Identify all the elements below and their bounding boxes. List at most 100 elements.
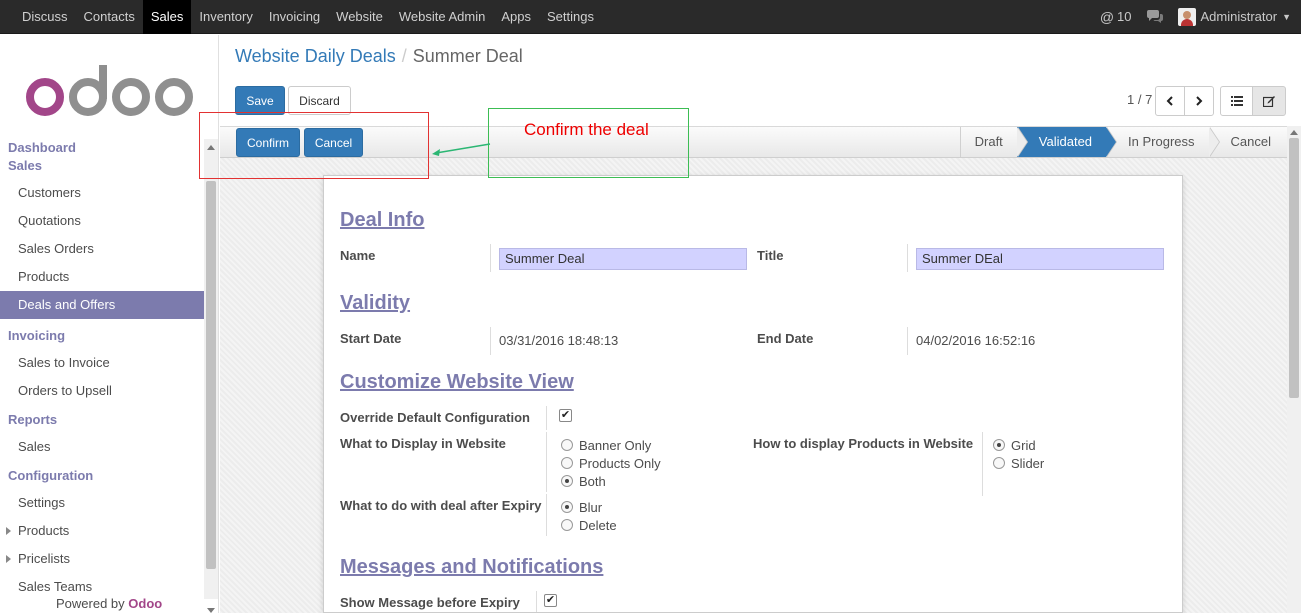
sidebar-item-reports-sales[interactable]: Sales <box>0 433 204 461</box>
sidebar-menu: Dashboard Sales Customers Quotations Sal… <box>0 139 204 601</box>
display-in-website-label: What to Display in Website <box>340 436 506 451</box>
radio-grid-label: Grid <box>1011 438 1036 453</box>
chevron-right-icon <box>1196 96 1203 106</box>
annotation-highlight-box <box>199 112 429 179</box>
list-view-button[interactable] <box>1220 86 1253 116</box>
user-menu[interactable]: Administrator ▼ <box>1177 7 1291 26</box>
scroll-thumb[interactable] <box>1289 138 1299 398</box>
radio-both[interactable] <box>561 475 573 487</box>
sidebar-item-sales-to-invoice[interactable]: Sales to Invoice <box>0 349 204 377</box>
pager-previous-button[interactable] <box>1155 86 1185 116</box>
section-validity-title: Validity <box>340 292 411 314</box>
scroll-up-icon[interactable] <box>1290 130 1298 135</box>
sidebar-head-sales: Sales <box>8 158 42 173</box>
start-date-value[interactable]: 03/31/2016 18:48:13 <box>499 333 618 348</box>
at-icon: @ <box>1099 8 1115 25</box>
sidebar-head-invoicing: Invoicing <box>8 328 66 343</box>
stage-in-progress[interactable]: In Progress <box>1106 127 1220 157</box>
sidebar-head-reports: Reports <box>8 412 58 427</box>
form-sheet: Deal Info Name Summer Deal Title Summer … <box>323 175 1183 613</box>
app-menu: Discuss Contacts Sales Inventory Invoici… <box>0 0 602 34</box>
show-message-checkbox[interactable]: ✔ <box>544 594 557 607</box>
products-display-label: How to display Products in Website <box>753 436 974 451</box>
chevron-left-icon <box>1166 96 1173 106</box>
discard-button[interactable]: Discard <box>288 86 351 115</box>
annotation-text: Confirm the deal <box>524 120 649 139</box>
form-view-button[interactable] <box>1252 86 1286 116</box>
pager-value: 1 / 7 <box>1127 92 1153 107</box>
breadcrumb-separator: / <box>401 46 407 66</box>
breadcrumb: Website Daily Deals / Summer Deal <box>235 46 523 67</box>
name-input[interactable]: Summer Deal <box>499 248 747 270</box>
menu-apps[interactable]: Apps <box>493 0 539 34</box>
radio-slider[interactable] <box>993 457 1005 469</box>
menu-settings[interactable]: Settings <box>539 0 602 34</box>
powered-brand[interactable]: Odoo <box>128 596 162 611</box>
sidebar-scrollbar[interactable] <box>204 139 218 613</box>
breadcrumb-current: Summer Deal <box>412 46 523 66</box>
stage-validated[interactable]: Validated <box>1016 127 1118 157</box>
stage-tracker: Draft Validated In Progress Cancel <box>959 127 1287 157</box>
sidebar-item-deals-and-offers[interactable]: Deals and Offers <box>0 291 204 319</box>
section-messages-title: Messages and Notifications <box>340 556 604 578</box>
radio-delete-label: Delete <box>579 518 617 533</box>
override-config-label: Override Default Configuration <box>340 410 530 425</box>
name-label: Name <box>340 248 376 263</box>
caret-down-icon: ▼ <box>1282 11 1291 22</box>
breadcrumb-parent[interactable]: Website Daily Deals <box>235 46 396 66</box>
title-label: Title <box>757 248 784 263</box>
sidebar-item-orders-to-upsell[interactable]: Orders to Upsell <box>0 377 204 405</box>
radio-products-only-label: Products Only <box>579 456 661 471</box>
annotation-callout-box <box>488 108 689 178</box>
sidebar-item-quotations[interactable]: Quotations <box>0 207 204 235</box>
stage-draft[interactable]: Draft <box>959 127 1028 157</box>
sidebar-head-dashboard[interactable]: Dashboard <box>0 139 204 157</box>
sidebar-item-settings[interactable]: Settings <box>0 489 204 517</box>
user-name: Administrator <box>1200 9 1278 24</box>
pager-next-button[interactable] <box>1184 86 1214 116</box>
radio-blur[interactable] <box>561 501 573 513</box>
scroll-thumb[interactable] <box>206 181 216 569</box>
menu-website[interactable]: Website <box>328 0 391 34</box>
menu-inventory[interactable]: Inventory <box>191 0 260 34</box>
sidebar-item-pricelists[interactable]: Pricelists <box>0 545 204 573</box>
radio-banner-only-label: Banner Only <box>579 438 652 453</box>
radio-products-only[interactable] <box>561 457 573 469</box>
radio-delete[interactable] <box>561 519 573 531</box>
sidebar-item-products[interactable]: Products <box>0 263 204 291</box>
odoo-logo <box>26 65 193 116</box>
sidebar-item-customers[interactable]: Customers <box>0 179 204 207</box>
menu-discuss[interactable]: Discuss <box>14 0 76 34</box>
mentions-counter[interactable]: @ 10 <box>1100 9 1132 25</box>
menu-contacts[interactable]: Contacts <box>76 0 143 34</box>
save-button[interactable]: Save <box>235 86 285 115</box>
stage-cancel[interactable]: Cancel <box>1209 127 1287 157</box>
menu-invoicing[interactable]: Invoicing <box>261 0 328 34</box>
chat-icon <box>1146 9 1163 23</box>
mentions-count: 10 <box>1117 9 1132 24</box>
start-date-label: Start Date <box>340 331 402 346</box>
caret-right-icon <box>6 555 11 563</box>
expiry-action-label: What to do with deal after Expiry <box>340 498 542 513</box>
title-input[interactable]: Summer DEal <box>916 248 1164 270</box>
caret-right-icon <box>6 527 11 535</box>
sidebar: Dashboard Sales Customers Quotations Sal… <box>0 35 219 613</box>
override-config-checkbox[interactable]: ✔ <box>559 409 572 422</box>
radio-blur-label: Blur <box>579 500 603 515</box>
radio-both-label: Both <box>579 474 606 489</box>
main-scrollbar[interactable] <box>1287 126 1301 613</box>
scroll-down-icon[interactable] <box>207 608 215 613</box>
avatar <box>1177 7 1196 26</box>
sidebar-item-config-products[interactable]: Products <box>0 517 204 545</box>
menu-website-admin[interactable]: Website Admin <box>391 0 493 34</box>
sidebar-item-sales-orders[interactable]: Sales Orders <box>0 235 204 263</box>
menu-sales[interactable]: Sales <box>142 0 192 34</box>
radio-slider-label: Slider <box>1011 456 1045 471</box>
list-icon <box>1230 96 1243 106</box>
radio-grid[interactable] <box>993 439 1005 451</box>
radio-banner-only[interactable] <box>561 439 573 451</box>
end-date-value[interactable]: 04/02/2016 16:52:16 <box>916 333 1035 348</box>
sidebar-head-configuration: Configuration <box>8 468 94 483</box>
chat-button[interactable] <box>1146 9 1164 24</box>
annotation-arrow-icon <box>432 143 491 156</box>
